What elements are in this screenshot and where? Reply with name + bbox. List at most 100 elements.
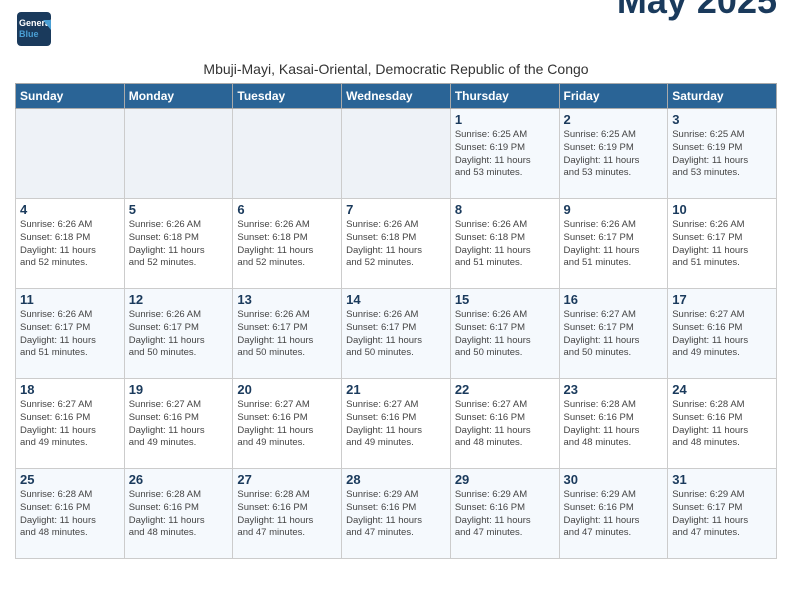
day-number: 11	[20, 292, 120, 307]
day-info: Sunrise: 6:26 AM Sunset: 6:18 PM Dayligh…	[455, 219, 555, 270]
day-info: Sunrise: 6:27 AM Sunset: 6:17 PM Dayligh…	[564, 309, 664, 360]
month-title: May 2025	[617, 0, 777, 22]
day-number: 6	[237, 202, 337, 217]
day-info: Sunrise: 6:27 AM Sunset: 6:16 PM Dayligh…	[237, 399, 337, 450]
calendar-cell: 29 Sunrise: 6:29 AM Sunset: 6:16 PM Dayli…	[450, 469, 559, 559]
logo: General Blue	[15, 10, 53, 53]
calendar-table: SundayMondayTuesdayWednesdayThursdayFrid…	[15, 83, 777, 559]
day-info: Sunrise: 6:25 AM Sunset: 6:19 PM Dayligh…	[455, 129, 555, 180]
calendar-cell: 19 Sunrise: 6:27 AM Sunset: 6:16 PM Dayli…	[124, 379, 233, 469]
day-number: 16	[564, 292, 664, 307]
day-number: 29	[455, 472, 555, 487]
weekday-header: Friday	[559, 84, 668, 109]
day-number: 13	[237, 292, 337, 307]
calendar-cell: 17Sunrise: 6:27 AM Sunset: 6:16 PM Dayli…	[668, 289, 777, 379]
calendar-cell: 18 Sunrise: 6:27 AM Sunset: 6:16 PM Dayli…	[16, 379, 125, 469]
day-info: Sunrise: 6:26 AM Sunset: 6:18 PM Dayligh…	[129, 219, 229, 270]
day-info: Sunrise: 6:28 AM Sunset: 6:16 PM Dayligh…	[20, 489, 120, 540]
day-number: 2	[564, 112, 664, 127]
day-number: 9	[564, 202, 664, 217]
calendar-cell: 10Sunrise: 6:26 AM Sunset: 6:17 PM Dayli…	[668, 199, 777, 289]
calendar-cell: 25 Sunrise: 6:28 AM Sunset: 6:16 PM Dayli…	[16, 469, 125, 559]
day-number: 12	[129, 292, 229, 307]
day-info: Sunrise: 6:26 AM Sunset: 6:17 PM Dayligh…	[672, 219, 772, 270]
day-info: Sunrise: 6:26 AM Sunset: 6:17 PM Dayligh…	[455, 309, 555, 360]
day-info: Sunrise: 6:26 AM Sunset: 6:17 PM Dayligh…	[20, 309, 120, 360]
calendar-cell	[342, 109, 451, 199]
day-info: Sunrise: 6:25 AM Sunset: 6:19 PM Dayligh…	[672, 129, 772, 180]
day-info: Sunrise: 6:27 AM Sunset: 6:16 PM Dayligh…	[455, 399, 555, 450]
calendar-cell: 7 Sunrise: 6:26 AM Sunset: 6:18 PM Daylig…	[342, 199, 451, 289]
calendar-cell: 31Sunrise: 6:29 AM Sunset: 6:17 PM Dayli…	[668, 469, 777, 559]
day-info: Sunrise: 6:29 AM Sunset: 6:16 PM Dayligh…	[455, 489, 555, 540]
weekday-header: Wednesday	[342, 84, 451, 109]
calendar-cell: 3 Sunrise: 6:25 AM Sunset: 6:19 PM Daylig…	[668, 109, 777, 199]
day-number: 7	[346, 202, 446, 217]
calendar-cell: 21 Sunrise: 6:27 AM Sunset: 6:16 PM Dayli…	[342, 379, 451, 469]
calendar-cell: 27 Sunrise: 6:28 AM Sunset: 6:16 PM Dayli…	[233, 469, 342, 559]
day-info: Sunrise: 6:28 AM Sunset: 6:16 PM Dayligh…	[129, 489, 229, 540]
day-number: 18	[20, 382, 120, 397]
calendar-cell: 16 Sunrise: 6:27 AM Sunset: 6:17 PM Dayli…	[559, 289, 668, 379]
day-info: Sunrise: 6:27 AM Sunset: 6:16 PM Dayligh…	[346, 399, 446, 450]
calendar-cell: 9Sunrise: 6:26 AM Sunset: 6:17 PM Daylig…	[559, 199, 668, 289]
calendar-cell: 26 Sunrise: 6:28 AM Sunset: 6:16 PM Dayli…	[124, 469, 233, 559]
calendar-week-row: 11 Sunrise: 6:26 AM Sunset: 6:17 PM Dayli…	[16, 289, 777, 379]
day-info: Sunrise: 6:29 AM Sunset: 6:16 PM Dayligh…	[564, 489, 664, 540]
logo-icon: General Blue	[15, 10, 53, 48]
weekday-header-row: SundayMondayTuesdayWednesdayThursdayFrid…	[16, 84, 777, 109]
day-info: Sunrise: 6:26 AM Sunset: 6:17 PM Dayligh…	[346, 309, 446, 360]
day-number: 25	[20, 472, 120, 487]
calendar-cell: 6 Sunrise: 6:26 AM Sunset: 6:18 PM Daylig…	[233, 199, 342, 289]
title-area: May 2025	[617, 0, 777, 22]
day-info: Sunrise: 6:28 AM Sunset: 6:16 PM Dayligh…	[237, 489, 337, 540]
day-info: Sunrise: 6:29 AM Sunset: 6:17 PM Dayligh…	[672, 489, 772, 540]
day-number: 26	[129, 472, 229, 487]
day-info: Sunrise: 6:27 AM Sunset: 6:16 PM Dayligh…	[129, 399, 229, 450]
day-info: Sunrise: 6:26 AM Sunset: 6:18 PM Dayligh…	[237, 219, 337, 270]
calendar-cell: 12 Sunrise: 6:26 AM Sunset: 6:17 PM Dayli…	[124, 289, 233, 379]
day-number: 4	[20, 202, 120, 217]
calendar-cell: 14 Sunrise: 6:26 AM Sunset: 6:17 PM Dayli…	[342, 289, 451, 379]
day-number: 14	[346, 292, 446, 307]
day-info: Sunrise: 6:27 AM Sunset: 6:16 PM Dayligh…	[672, 309, 772, 360]
calendar-cell: 15 Sunrise: 6:26 AM Sunset: 6:17 PM Dayli…	[450, 289, 559, 379]
calendar-cell: 1 Sunrise: 6:25 AM Sunset: 6:19 PM Daylig…	[450, 109, 559, 199]
day-number: 28	[346, 472, 446, 487]
weekday-header: Saturday	[668, 84, 777, 109]
day-info: Sunrise: 6:25 AM Sunset: 6:19 PM Dayligh…	[564, 129, 664, 180]
calendar-cell: 20 Sunrise: 6:27 AM Sunset: 6:16 PM Dayli…	[233, 379, 342, 469]
day-number: 27	[237, 472, 337, 487]
calendar-cell: 8 Sunrise: 6:26 AM Sunset: 6:18 PM Daylig…	[450, 199, 559, 289]
calendar-cell: 23Sunrise: 6:28 AM Sunset: 6:16 PM Dayli…	[559, 379, 668, 469]
day-number: 5	[129, 202, 229, 217]
calendar-cell	[124, 109, 233, 199]
calendar-week-row: 18 Sunrise: 6:27 AM Sunset: 6:16 PM Dayli…	[16, 379, 777, 469]
calendar-cell: 5 Sunrise: 6:26 AM Sunset: 6:18 PM Daylig…	[124, 199, 233, 289]
day-info: Sunrise: 6:26 AM Sunset: 6:17 PM Dayligh…	[237, 309, 337, 360]
calendar-week-row: 25 Sunrise: 6:28 AM Sunset: 6:16 PM Dayli…	[16, 469, 777, 559]
weekday-header: Sunday	[16, 84, 125, 109]
day-info: Sunrise: 6:27 AM Sunset: 6:16 PM Dayligh…	[20, 399, 120, 450]
weekday-header: Tuesday	[233, 84, 342, 109]
day-info: Sunrise: 6:28 AM Sunset: 6:16 PM Dayligh…	[672, 399, 772, 450]
calendar-cell: 28 Sunrise: 6:29 AM Sunset: 6:16 PM Dayli…	[342, 469, 451, 559]
calendar-cell	[16, 109, 125, 199]
day-info: Sunrise: 6:26 AM Sunset: 6:18 PM Dayligh…	[346, 219, 446, 270]
calendar-cell: 13 Sunrise: 6:26 AM Sunset: 6:17 PM Dayli…	[233, 289, 342, 379]
day-number: 21	[346, 382, 446, 397]
day-info: Sunrise: 6:29 AM Sunset: 6:16 PM Dayligh…	[346, 489, 446, 540]
day-info: Sunrise: 6:26 AM Sunset: 6:17 PM Dayligh…	[129, 309, 229, 360]
calendar-cell: 24Sunrise: 6:28 AM Sunset: 6:16 PM Dayli…	[668, 379, 777, 469]
svg-text:Blue: Blue	[19, 29, 39, 39]
day-number: 1	[455, 112, 555, 127]
calendar-cell: 22Sunrise: 6:27 AM Sunset: 6:16 PM Dayli…	[450, 379, 559, 469]
day-number: 23	[564, 382, 664, 397]
day-number: 30	[564, 472, 664, 487]
weekday-header: Thursday	[450, 84, 559, 109]
day-number: 20	[237, 382, 337, 397]
day-number: 15	[455, 292, 555, 307]
day-number: 3	[672, 112, 772, 127]
day-number: 8	[455, 202, 555, 217]
day-number: 19	[129, 382, 229, 397]
